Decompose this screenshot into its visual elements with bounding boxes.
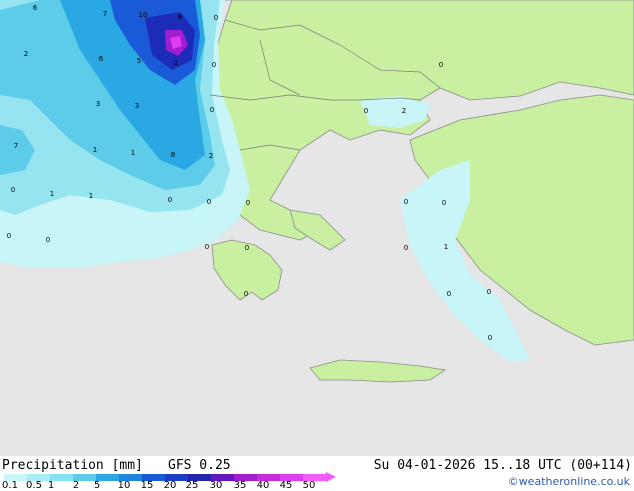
value-label: 0 <box>168 196 172 204</box>
colorbar-tick-label: 0.1 <box>2 480 18 491</box>
value-label: 0 <box>212 61 216 69</box>
value-label: 1 <box>50 190 54 198</box>
value-label: 0 <box>447 290 451 298</box>
value-label: 2 <box>24 50 28 58</box>
value-label: 6 <box>99 55 104 63</box>
value-label: 10 <box>139 11 148 19</box>
colorbar-tick-label: 25 <box>185 480 199 491</box>
value-label: 0 <box>210 106 214 114</box>
colorbar-tick-label: 50 <box>302 480 316 491</box>
colorbar-tick-label: 35 <box>233 480 247 491</box>
value-label: 7 <box>103 10 107 18</box>
value-label: 0 <box>214 14 218 22</box>
colorbar-tick-label: 20 <box>163 480 177 491</box>
value-label: 0 <box>364 107 368 115</box>
value-label: 0 <box>404 244 408 252</box>
map-footer: Precipitation [mm] GFS 0.25 Su 04-01-202… <box>0 456 634 491</box>
value-label: 0 <box>7 232 11 240</box>
colorbar-tick-label: 15 <box>140 480 154 491</box>
value-label: 0 <box>246 199 250 207</box>
colorbar-arrow <box>326 472 336 482</box>
value-label: 0 <box>442 199 446 207</box>
value-label: 6 <box>33 4 38 12</box>
colorbar-tick-label: 40 <box>256 480 270 491</box>
value-label: 3 <box>96 100 100 108</box>
value-label: 5 <box>137 57 141 65</box>
value-label: 1 <box>93 146 97 154</box>
value-label: 8 <box>171 151 175 159</box>
credit-text: ©weatheronline.co.uk <box>507 475 630 488</box>
value-label: 0 <box>207 198 211 206</box>
value-label: 0 <box>245 244 249 252</box>
value-label: 1 <box>444 243 448 251</box>
colorbar-tick-label: 45 <box>279 480 293 491</box>
value-label: 8 <box>178 13 182 21</box>
value-label: 7 <box>14 142 18 150</box>
value-label: 1 <box>131 149 135 157</box>
value-label: 0 <box>205 243 209 251</box>
colorbar-tick-label: 30 <box>209 480 223 491</box>
colorbar-tick-label: 1 <box>47 480 55 491</box>
value-label: 3 <box>135 102 139 110</box>
value-label: 0 <box>404 198 408 206</box>
colorbar-tick-label: 5 <box>93 480 101 491</box>
value-label: 1 <box>89 192 93 200</box>
model-name: GFS 0.25 <box>168 458 231 473</box>
colorbar-tick-label: 2 <box>72 480 80 491</box>
value-label: 2 <box>209 152 213 160</box>
precipitation-map: 67 10 8 026 5 1 0 03 3 0 0 27 1 1 8 20 1 1 0 0 0 0 00 00 0 0 10 0 00 <box>0 0 634 456</box>
map-title: Precipitation [mm] <box>2 458 143 473</box>
value-label: 0 <box>488 334 492 342</box>
value-label: 0 <box>439 61 443 69</box>
value-label: 0 <box>487 288 491 296</box>
value-label: 0 <box>46 236 50 244</box>
colorbar-tick-label: 0.5 <box>26 480 42 491</box>
valid-time: Su 04-01-2026 15..18 UTC (00+114) <box>373 458 632 473</box>
value-label: 1 <box>174 59 178 67</box>
colorbar-tick-label: 10 <box>117 480 131 491</box>
value-label: 0 <box>11 186 15 194</box>
value-label: 2 <box>402 107 406 115</box>
value-label: 0 <box>244 290 248 298</box>
